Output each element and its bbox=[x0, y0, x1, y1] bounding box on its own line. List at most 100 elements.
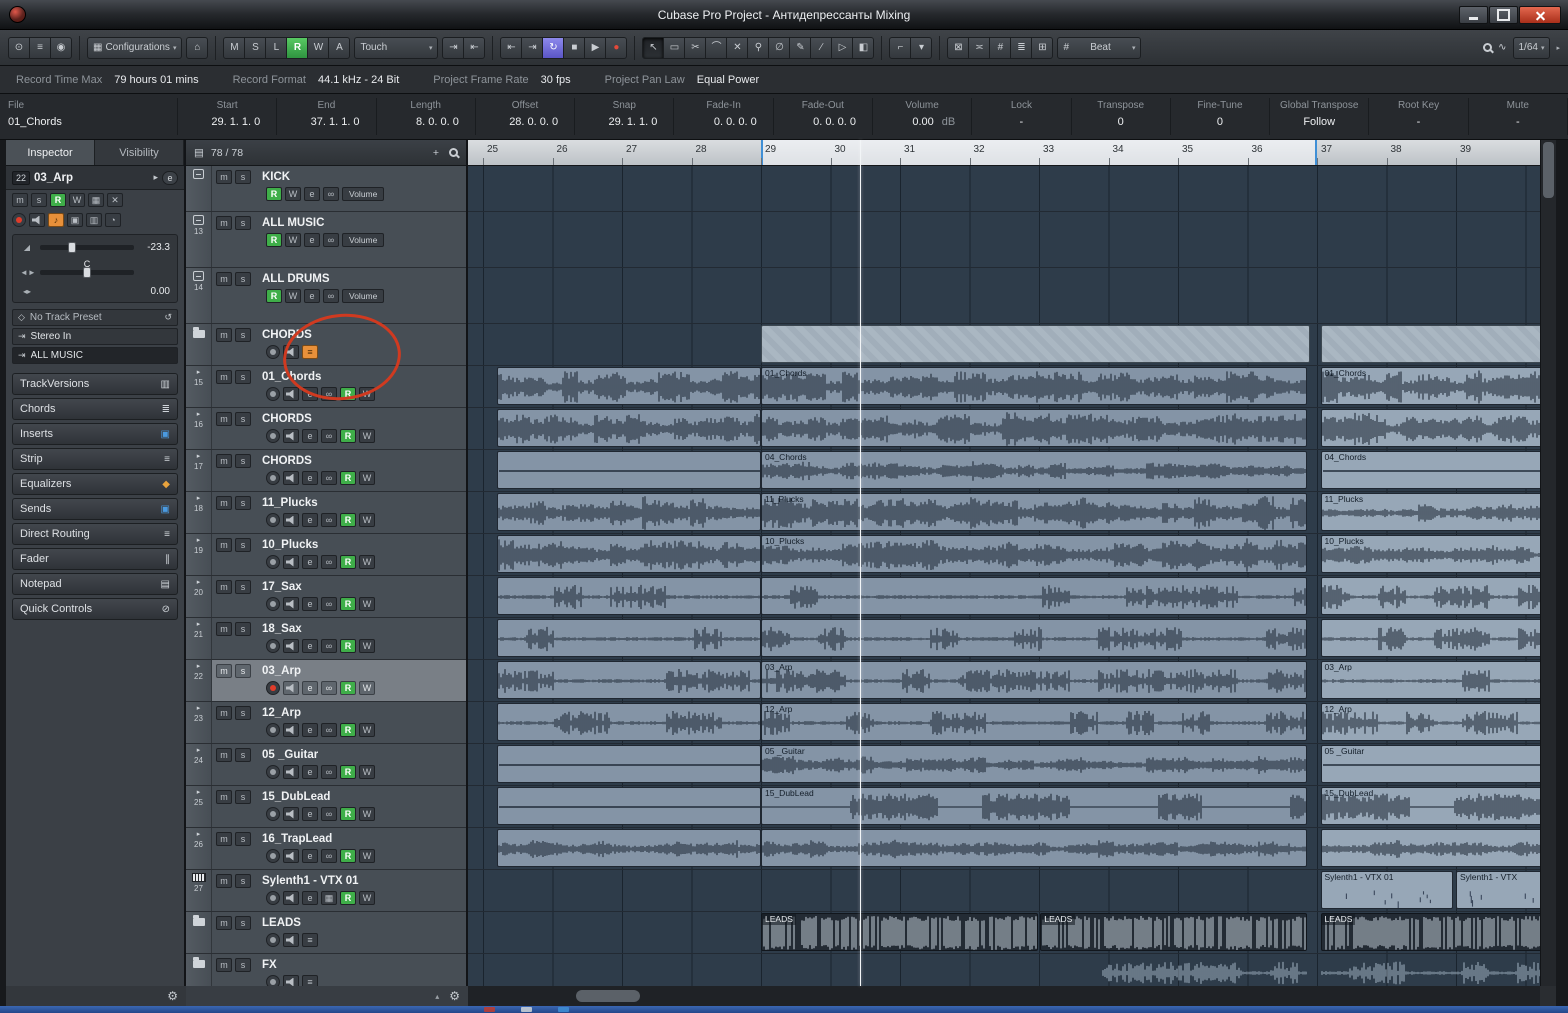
section-trackversions[interactable]: TrackVersions ▥ bbox=[12, 373, 178, 395]
write-button[interactable]: W bbox=[359, 723, 375, 737]
track-row-01-chords[interactable]: ▸ 15 m s 01_Chords e ∞ R W bbox=[186, 366, 466, 408]
clip-chords[interactable] bbox=[496, 409, 761, 447]
edit-channel-button[interactable]: e bbox=[302, 471, 318, 485]
inspector-settings-gear-icon[interactable]: ⚙ bbox=[167, 990, 178, 1002]
edit-channel-button[interactable]: e bbox=[162, 170, 178, 185]
record-arm-button[interactable] bbox=[266, 849, 280, 863]
monitor-button[interactable] bbox=[283, 471, 299, 485]
quantize-panel-button[interactable]: ≣ bbox=[1010, 36, 1033, 59]
autoscroll-options-button[interactable]: ▾ bbox=[910, 36, 933, 59]
read-button[interactable]: R bbox=[340, 723, 356, 737]
object-selection-tool[interactable]: ↖ bbox=[642, 36, 665, 59]
link-button[interactable]: ∞ bbox=[321, 429, 337, 443]
link-button[interactable]: ∞ bbox=[321, 849, 337, 863]
record-arm-button[interactable] bbox=[266, 513, 280, 527]
read-button[interactable]: R bbox=[340, 849, 356, 863]
clip-03-arp[interactable]: 03_Arp bbox=[761, 661, 1307, 699]
record-arm-button[interactable] bbox=[266, 639, 280, 653]
clip-sylenth1-vtx[interactable]: Sylenth1 - VTX bbox=[1456, 871, 1540, 909]
mute-button[interactable]: m bbox=[216, 747, 232, 762]
lanes[interactable]: 01_Chords 01_Chords 04_Chords 04_Chords 11_P… bbox=[468, 166, 1540, 986]
go-to-previous-marker-button[interactable]: ⇤ bbox=[500, 36, 523, 59]
track-row-10-plucks[interactable]: ▸ 19 m s 10_Plucks e ∞ R W bbox=[186, 534, 466, 576]
solo-button[interactable]: s bbox=[235, 537, 251, 552]
track-grip[interactable] bbox=[186, 954, 212, 986]
autoscroll-button[interactable]: ⌐ bbox=[889, 36, 912, 59]
link-button[interactable]: ∞ bbox=[323, 289, 339, 303]
activate-project-button[interactable]: ⊙ bbox=[8, 36, 30, 59]
record-arm-button[interactable] bbox=[266, 387, 280, 401]
track-grip[interactable]: ▸ 25 bbox=[186, 786, 212, 827]
link-button[interactable]: ∞ bbox=[321, 765, 337, 779]
read-button[interactable]: R bbox=[340, 639, 356, 653]
write-button[interactable]: W bbox=[359, 681, 375, 695]
link-button[interactable]: ∞ bbox=[321, 807, 337, 821]
monitor-button[interactable] bbox=[283, 597, 299, 611]
lane-05-guitar[interactable]: 05 _Guitar 05 _Guitar bbox=[468, 744, 1540, 786]
info-field-fade-out[interactable]: Fade-Out 0. 0. 0. 0 bbox=[774, 98, 873, 135]
track-grip[interactable]: 14 bbox=[186, 268, 212, 323]
clip-chords[interactable] bbox=[1320, 409, 1540, 447]
record-arm-button[interactable] bbox=[12, 213, 26, 227]
taskbar-app-icon[interactable] bbox=[521, 1007, 532, 1012]
edit-channel-button[interactable]: e bbox=[304, 187, 320, 201]
clip-17-sax[interactable] bbox=[1320, 577, 1540, 615]
solo-button[interactable]: s bbox=[235, 663, 251, 678]
draw-tool[interactable]: ✎ bbox=[789, 36, 812, 59]
track-row-all-drums[interactable]: 14 m s ALL DRUMS R We ∞ Volume bbox=[186, 268, 466, 324]
mute-button[interactable]: m bbox=[216, 663, 232, 678]
track-grip[interactable]: ▸ 23 bbox=[186, 702, 212, 743]
clip-01-chords[interactable]: 01_Chords bbox=[1320, 367, 1540, 405]
track-grip[interactable]: 27 bbox=[186, 870, 212, 911]
volume-pill[interactable]: Volume bbox=[342, 187, 385, 201]
mute-button[interactable]: m bbox=[216, 495, 232, 510]
monitor-button[interactable] bbox=[283, 891, 299, 905]
track-grip[interactable]: 13 bbox=[186, 212, 212, 267]
lane-kick[interactable] bbox=[468, 166, 1540, 212]
section-fader[interactable]: Fader ∥ bbox=[12, 548, 178, 570]
write-button[interactable]: W bbox=[359, 429, 375, 443]
track-grip[interactable]: ▸ 21 bbox=[186, 618, 212, 659]
edit-channel-button[interactable]: e bbox=[304, 289, 320, 303]
clip-17-sax[interactable] bbox=[496, 577, 761, 615]
info-field-file[interactable]: File 01_Chords bbox=[0, 98, 178, 135]
track-grip[interactable]: ▸ 22 bbox=[186, 660, 212, 701]
lane-chords[interactable] bbox=[468, 408, 1540, 450]
track-grip[interactable]: ▸ 24 bbox=[186, 744, 212, 785]
solo-button[interactable]: s bbox=[235, 495, 251, 510]
lane-17-sax[interactable] bbox=[468, 576, 1540, 618]
snap-type-button[interactable]: ≍ bbox=[968, 36, 991, 59]
solo-button[interactable]: s bbox=[235, 789, 251, 804]
configurations-dropdown[interactable]: ▦ Configurations ▾ bbox=[87, 36, 183, 59]
read-button[interactable]: R bbox=[340, 429, 356, 443]
mute-button[interactable]: m bbox=[216, 271, 232, 286]
edit-channel-button[interactable]: e bbox=[302, 639, 318, 653]
automation-r-button[interactable]: R bbox=[286, 36, 309, 59]
mute-button[interactable]: m bbox=[216, 873, 232, 888]
find-track-icon[interactable] bbox=[449, 148, 458, 157]
track-grip[interactable]: ▸ 16 bbox=[186, 408, 212, 449]
constrain-delay-compensation-button[interactable]: ◉ bbox=[50, 36, 72, 59]
clip-fx[interactable] bbox=[1101, 955, 1307, 986]
link-button[interactable]: ∞ bbox=[323, 187, 339, 201]
read-button[interactable]: R bbox=[340, 891, 356, 905]
write-button[interactable]: W bbox=[359, 471, 375, 485]
solo-button[interactable]: s bbox=[235, 369, 251, 384]
clip-18-sax[interactable] bbox=[1320, 619, 1540, 657]
clip-10-plucks[interactable]: 10_Plucks bbox=[1320, 535, 1540, 573]
time-base-button[interactable]: ◔ bbox=[105, 213, 121, 227]
split-tool[interactable]: ✂ bbox=[684, 36, 707, 59]
clip-11-plucks[interactable]: 11_Plucks bbox=[1320, 493, 1540, 531]
edit-channel-button[interactable]: e bbox=[302, 849, 318, 863]
read-button[interactable]: R bbox=[340, 597, 356, 611]
record-arm-button[interactable] bbox=[266, 429, 280, 443]
link-button[interactable]: ∞ bbox=[321, 597, 337, 611]
lanes-button[interactable]: ▥ bbox=[86, 213, 102, 227]
clip-chords[interactable] bbox=[1320, 325, 1540, 363]
play-tool[interactable]: ▷ bbox=[831, 36, 854, 59]
lane-03-arp[interactable]: 03_Arp 03_Arp bbox=[468, 660, 1540, 702]
mute-button[interactable]: m bbox=[216, 453, 232, 468]
lane-15-dublead[interactable]: 15_DubLead 15_DubLead bbox=[468, 786, 1540, 828]
clip-03-arp[interactable]: 03_Arp bbox=[1320, 661, 1540, 699]
punch-out-button[interactable]: ⇤ bbox=[463, 36, 486, 59]
